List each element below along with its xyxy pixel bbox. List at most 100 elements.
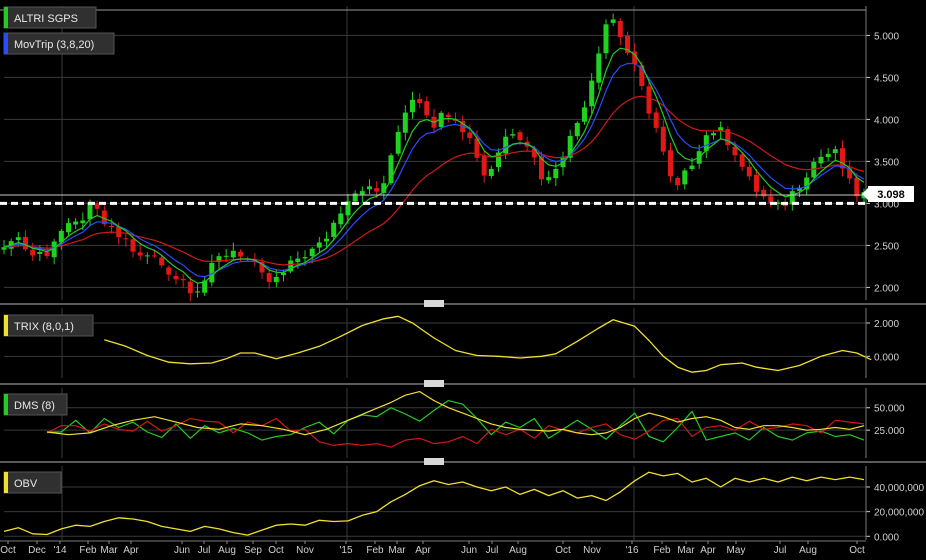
candle-body <box>617 21 623 38</box>
candle-body <box>109 226 114 227</box>
x-tick-label: Oct <box>555 545 571 556</box>
legend-swatch <box>4 315 8 336</box>
candle-body <box>295 258 301 262</box>
candle-body <box>754 174 759 192</box>
y-tick-label: 0.000 <box>874 352 899 363</box>
last-price-value: 3.098 <box>877 189 905 201</box>
candle-body <box>187 281 193 294</box>
candle-body <box>653 112 659 128</box>
candle-body <box>402 112 408 133</box>
x-tick-label: Apr <box>415 545 431 556</box>
trix-legend[interactable]: TRIX (8,0,1) <box>3 314 94 337</box>
obv-legend[interactable]: OBV <box>3 471 62 494</box>
candle-body <box>302 257 308 259</box>
candle-body <box>825 153 831 157</box>
candle-body <box>488 169 494 176</box>
candle-body <box>230 250 236 258</box>
candle-body <box>445 114 451 117</box>
y-tick-label: 2.500 <box>874 241 899 252</box>
resize-handle-icon[interactable] <box>424 458 444 465</box>
y-tick-label: 50.000 <box>874 404 905 415</box>
legend-label: ALTRI SGPS <box>14 13 78 25</box>
candle-body <box>324 238 329 242</box>
resize-handle-icon[interactable] <box>424 380 444 387</box>
candle-body <box>123 238 129 240</box>
y-tick-label: 25.000 <box>874 426 905 437</box>
candle-body <box>818 156 824 164</box>
x-tick-label: Jun <box>461 545 477 556</box>
x-tick-label: Feb <box>366 545 384 556</box>
x-tick-label: Aug <box>799 545 817 556</box>
candle-body <box>682 170 688 185</box>
x-tick-label: Nov <box>296 545 314 556</box>
y-tick-label: 4.500 <box>874 73 899 84</box>
candle-body <box>582 107 587 122</box>
candle-body <box>195 291 200 293</box>
candle-body <box>73 221 79 225</box>
x-tick-label: Jul <box>774 545 787 556</box>
y-tick-label: 20,000,000 <box>874 508 924 519</box>
x-tick-label: Aug <box>218 545 236 556</box>
x-tick-label: Oct <box>0 545 16 556</box>
y-tick-label: 40,000,000 <box>874 483 924 494</box>
candle-body <box>711 133 716 136</box>
candle-body <box>481 156 487 176</box>
legend-swatch <box>4 7 8 28</box>
candle-body <box>316 242 322 248</box>
candle-body <box>553 169 559 179</box>
x-tick-label: Aug <box>509 545 527 556</box>
x-tick-label: Jul <box>198 545 211 556</box>
x-tick-label: Oct <box>268 545 284 556</box>
candle-body <box>159 257 165 266</box>
price-legend-primary[interactable]: ALTRI SGPS <box>3 6 97 29</box>
x-tick-label: Dec <box>28 545 46 556</box>
x-tick-label: Mar <box>388 545 406 556</box>
resize-handle-icon[interactable] <box>424 300 444 307</box>
last-price-tag: 3.098 <box>862 186 914 202</box>
candle-body <box>424 101 430 116</box>
candle-body <box>238 251 243 257</box>
candle-body <box>44 252 50 256</box>
candle-body <box>338 213 344 225</box>
candle-body <box>510 134 516 136</box>
x-tick-label: Feb <box>79 545 97 556</box>
candle-body <box>273 277 279 283</box>
candle-body <box>266 273 272 282</box>
candle-body <box>281 272 286 276</box>
candle-body <box>610 19 616 23</box>
legend-label: OBV <box>14 478 38 490</box>
chart-background <box>0 0 926 560</box>
candle-body <box>166 267 172 275</box>
candle-body <box>359 191 365 195</box>
candle-body <box>596 53 602 83</box>
dms-legend[interactable]: DMS (8) <box>3 393 68 416</box>
candle-body <box>66 223 71 233</box>
candle-body <box>574 123 580 137</box>
x-tick-label: Apr <box>700 545 716 556</box>
candle-body <box>689 165 695 169</box>
candle-body <box>739 154 745 167</box>
candle-body <box>152 255 157 257</box>
x-tick-label: Jul <box>486 545 499 556</box>
x-tick-label: Feb <box>653 545 671 556</box>
candle-body <box>417 98 423 104</box>
candle-body <box>560 156 566 168</box>
x-tick-label: Sep <box>244 545 262 556</box>
price-legend-ma[interactable]: MovTrip (3,8,20) <box>3 32 115 55</box>
candle-body <box>668 150 673 177</box>
candle-body <box>15 237 21 240</box>
candle-body <box>546 177 552 181</box>
candle-body <box>23 236 28 250</box>
y-tick-label: 2.000 <box>874 283 899 294</box>
x-tick-label: Jun <box>174 545 190 556</box>
candle-body <box>467 132 473 139</box>
y-tick-label: 3.500 <box>874 157 899 168</box>
legend-label: MovTrip (3,8,20) <box>14 39 94 51</box>
x-tick-label: Mar <box>677 545 695 556</box>
y-tick-label: 2.000 <box>874 319 899 330</box>
legend-swatch <box>4 394 8 415</box>
candle-body <box>395 132 401 154</box>
x-tick-label: May <box>727 545 746 556</box>
candle-body <box>367 186 372 190</box>
candle-body <box>410 99 415 113</box>
